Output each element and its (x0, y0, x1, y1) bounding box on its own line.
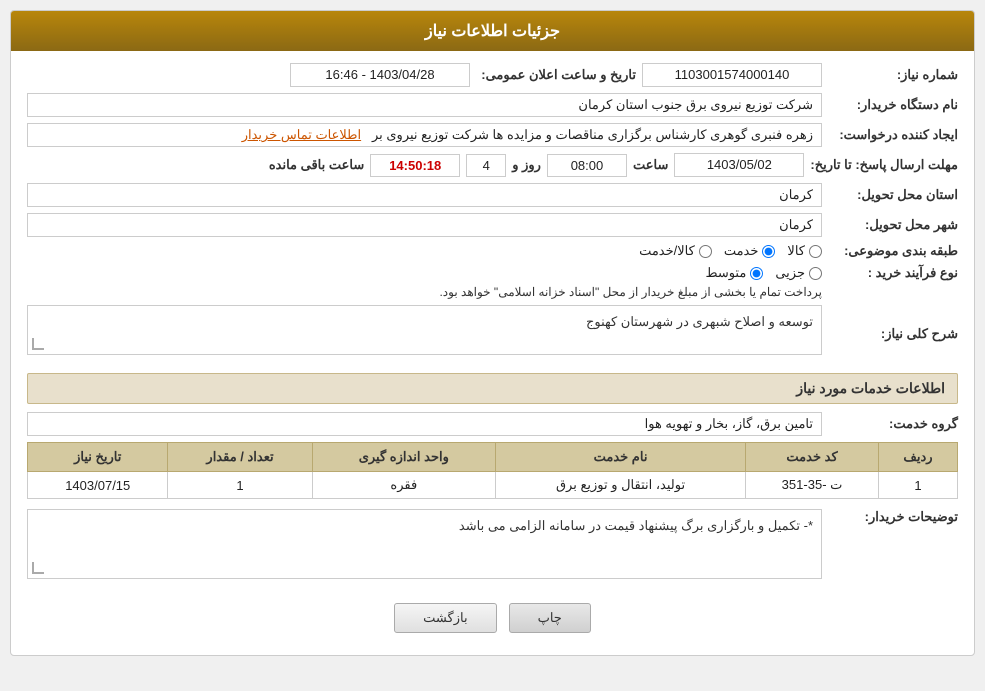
nam-dastgah-label: نام دستگاه خریدار: (828, 97, 958, 113)
tabaqe-kala-label: کالا (787, 243, 805, 259)
ijad-link[interactable]: اطلاعات تماس خریدار (242, 127, 361, 142)
ijad-value: زهره فنبری گوهری کارشناس برگزاری مناقصات… (27, 123, 822, 147)
toseih-label: توضیحات خریدار: (828, 509, 958, 525)
services-table: ردیف کد خدمت نام خدمت واحد اندازه گیری ت… (27, 442, 958, 499)
shomara-label: شماره نیاز: (828, 67, 958, 83)
ijad-row: ایجاد کننده درخواست: زهره فنبری گوهری کا… (27, 123, 958, 147)
farayand-motavasset-label: متوسط (705, 265, 746, 281)
shomara-row: شماره نیاز: 1103001574000140 تاریخ و ساع… (27, 63, 958, 87)
print-button[interactable]: چاپ (509, 603, 591, 633)
back-button[interactable]: بازگشت (394, 603, 496, 633)
mohlat-row: مهلت ارسال پاسخ: تا تاریخ: 1403/05/02 سا… (27, 153, 958, 177)
mohlat-rooz-value: 4 (466, 154, 506, 177)
shahr-label: شهر محل تحویل: (828, 217, 958, 233)
button-row: چاپ بازگشت (27, 603, 958, 643)
ostan-label: استان محل تحویل: (828, 187, 958, 203)
mohlat-label: مهلت ارسال پاسخ: تا تاریخ: (810, 157, 958, 173)
tabaqe-row: طبقه بندی موضوعی: کالا خدمت کالا/خدمت (27, 243, 958, 259)
noe-farayand-row: نوع فرآیند خرید : جزیی متوسط پرداخت تمام… (27, 265, 958, 299)
mohlat-saat-label: ساعت (633, 157, 668, 173)
ijad-text: زهره فنبری گوهری کارشناس برگزاری مناقصات… (372, 127, 813, 142)
col-kod: کد خدمت (746, 443, 879, 472)
sharh-row: شرح کلی نیاز: توسعه و اصلاح شبهری در شهر… (27, 305, 958, 363)
mohlat-rooz-label: روز و (512, 157, 541, 173)
shahr-row: شهر محل تحویل: کرمان (27, 213, 958, 237)
ostan-row: استان محل تحویل: کرمان (27, 183, 958, 207)
toseih-row: توضیحات خریدار: *- تکمیل و بارگزاری برگ … (27, 509, 958, 587)
col-tarikh: تاریخ نیاز (28, 443, 168, 472)
tarikh-value: 1403/04/28 - 16:46 (290, 63, 470, 87)
farayand-motavasset-radio[interactable] (750, 267, 763, 280)
tabaqe-kala: کالا (787, 243, 822, 259)
grooh-label: گروه خدمت: (828, 416, 958, 432)
mohlat-saat-value: 08:00 (547, 154, 627, 177)
tabaqe-kala-khadamat-label: کالا/خدمت (639, 243, 695, 259)
khadamat-section-title: اطلاعات خدمات مورد نیاز (27, 373, 958, 404)
cell-tarikh: 1403/07/15 (28, 472, 168, 499)
toseih-value: *- تکمیل و بارگزاری برگ پیشنهاد قیمت در … (27, 509, 822, 579)
sharh-value: توسعه و اصلاح شبهری در شهرستان کهنوج (27, 305, 822, 355)
tarikh-label: تاریخ و ساعت اعلان عمومی: (476, 67, 636, 83)
shomara-value: 1103001574000140 (642, 63, 822, 87)
tabaqe-khadamat-radio[interactable] (762, 245, 775, 258)
farayand-motavasset: متوسط (705, 265, 763, 281)
noe-farayand-label: نوع فرآیند خرید : (828, 265, 958, 281)
nam-dastgah-value: شرکت توزیع نیروی برق جنوب استان کرمان (27, 93, 822, 117)
col-radif: ردیف (879, 443, 958, 472)
shahr-value: کرمان (27, 213, 822, 237)
mohlat-date: 1403/05/02 (674, 153, 804, 177)
farayand-jozyi-label: جزیی (775, 265, 805, 281)
nam-dastgah-row: نام دستگاه خریدار: شرکت توزیع نیروی برق … (27, 93, 958, 117)
countdown-timer: 14:50:18 (370, 154, 460, 177)
cell-radif: 1 (879, 472, 958, 499)
col-nam: نام خدمت (496, 443, 746, 472)
farayand-jozyi: جزیی (775, 265, 822, 281)
tabaqe-radio-group: کالا خدمت کالا/خدمت (639, 243, 822, 259)
sharh-label: شرح کلی نیاز: (828, 326, 958, 342)
tabaqe-khadamat-label: خدمت (724, 243, 759, 259)
table-header-row: ردیف کد خدمت نام خدمت واحد اندازه گیری ت… (28, 443, 958, 472)
tabaqe-khadamat: خدمت (724, 243, 776, 259)
ostan-value: کرمان (27, 183, 822, 207)
cell-kod: ت -35-351 (746, 472, 879, 499)
farayand-radio-group: جزیی متوسط (439, 265, 822, 281)
tabaqe-label: طبقه بندی موضوعی: (828, 243, 958, 259)
tabaqe-kala-khadamat: کالا/خدمت (639, 243, 712, 259)
farayand-desc: پرداخت تمام یا بخشی از مبلغ خریدار از مح… (439, 285, 822, 299)
grooh-row: گروه خدمت: تامین برق، گاز، بخار و تهویه … (27, 412, 958, 436)
tabaqe-kala-radio[interactable] (809, 245, 822, 258)
ijad-label: ایجاد کننده درخواست: (828, 127, 958, 143)
cell-vahed: فقره (312, 472, 495, 499)
col-tedad: تعداد / مقدار (168, 443, 312, 472)
table-row: 1 ت -35-351 تولید، انتقال و توزیع برق فق… (28, 472, 958, 499)
cell-nam: تولید، انتقال و توزیع برق (496, 472, 746, 499)
tabaqe-kala-khadamat-radio[interactable] (699, 245, 712, 258)
grooh-value: تامین برق، گاز، بخار و تهویه هوا (27, 412, 822, 436)
farayand-jozyi-radio[interactable] (809, 267, 822, 280)
cell-tedad: 1 (168, 472, 312, 499)
mohlat-baqi-label: ساعت باقی مانده (269, 157, 364, 173)
col-vahed: واحد اندازه گیری (312, 443, 495, 472)
page-title: جزئیات اطلاعات نیاز (11, 11, 974, 51)
